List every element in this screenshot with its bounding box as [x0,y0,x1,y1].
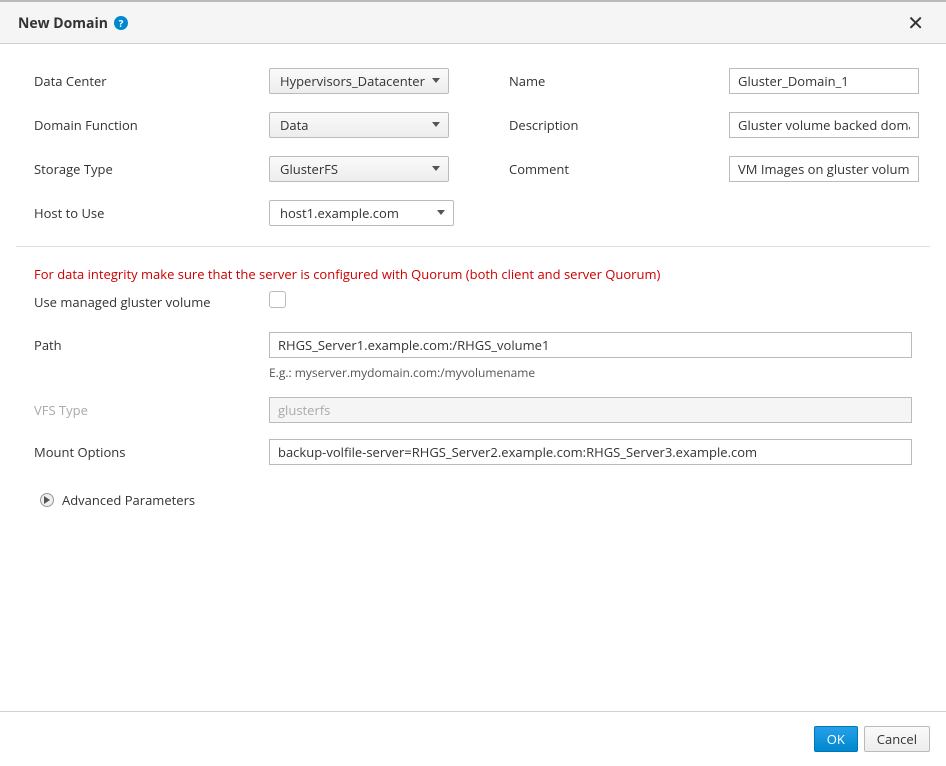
titlebar: New Domain ? ✕ [0,2,946,44]
comment-field[interactable] [729,156,919,182]
mount-options-field[interactable] [269,439,912,465]
label-name: Name [509,72,729,90]
caret-down-icon [432,78,440,84]
use-managed-checkbox[interactable] [269,291,286,308]
section-divider [16,246,930,247]
label-vfs-type: VFS Type [34,397,269,419]
caret-down-icon [432,122,440,128]
dialog-footer: OK Cancel [0,711,946,766]
dialog-body: Data Center Hypervisors_Datacenter Name … [0,44,946,711]
select-domain-function[interactable]: Data [269,112,449,138]
label-host-to-use: Host to Use [34,204,269,222]
select-domain-function-value: Data [280,116,309,134]
select-host-to-use-value: host1.example.com [280,204,399,222]
label-path: Path [34,332,269,354]
chevron-right-icon [40,493,54,507]
vfs-type-field [269,397,912,423]
path-hint: E.g.: myserver.mydomain.com:/myvolumenam… [269,364,912,381]
select-host-to-use[interactable]: host1.example.com [269,200,454,226]
dialog-title: New Domain [18,14,108,33]
label-storage-type: Storage Type [34,160,269,178]
label-mount-options: Mount Options [34,439,269,461]
new-domain-dialog: New Domain ? ✕ Data Center Hypervisors_D… [0,0,946,766]
caret-down-icon [432,166,440,172]
select-data-center[interactable]: Hypervisors_Datacenter [269,68,449,94]
select-data-center-value: Hypervisors_Datacenter [280,72,425,90]
label-comment: Comment [509,160,729,178]
path-field[interactable] [269,332,912,358]
select-storage-type-value: GlusterFS [280,160,338,178]
caret-down-icon [437,210,445,216]
advanced-parameters-toggle[interactable]: Advanced Parameters [16,481,930,509]
description-field[interactable] [729,112,919,138]
select-storage-type[interactable]: GlusterFS [269,156,449,182]
top-form-grid: Data Center Hypervisors_Datacenter Name … [16,68,930,246]
advanced-parameters-label: Advanced Parameters [62,491,195,509]
label-use-managed: Use managed gluster volume [34,289,269,311]
help-icon[interactable]: ? [114,16,128,30]
label-description: Description [509,116,729,134]
ok-button[interactable]: OK [814,726,858,752]
gluster-section: Use managed gluster volume Path E.g.: my… [16,289,930,465]
close-icon[interactable]: ✕ [903,13,928,33]
label-data-center: Data Center [34,72,269,90]
quorum-warning: For data integrity make sure that the se… [16,265,930,289]
name-field[interactable] [729,68,919,94]
cancel-button[interactable]: Cancel [864,726,930,752]
label-domain-function: Domain Function [34,116,269,134]
